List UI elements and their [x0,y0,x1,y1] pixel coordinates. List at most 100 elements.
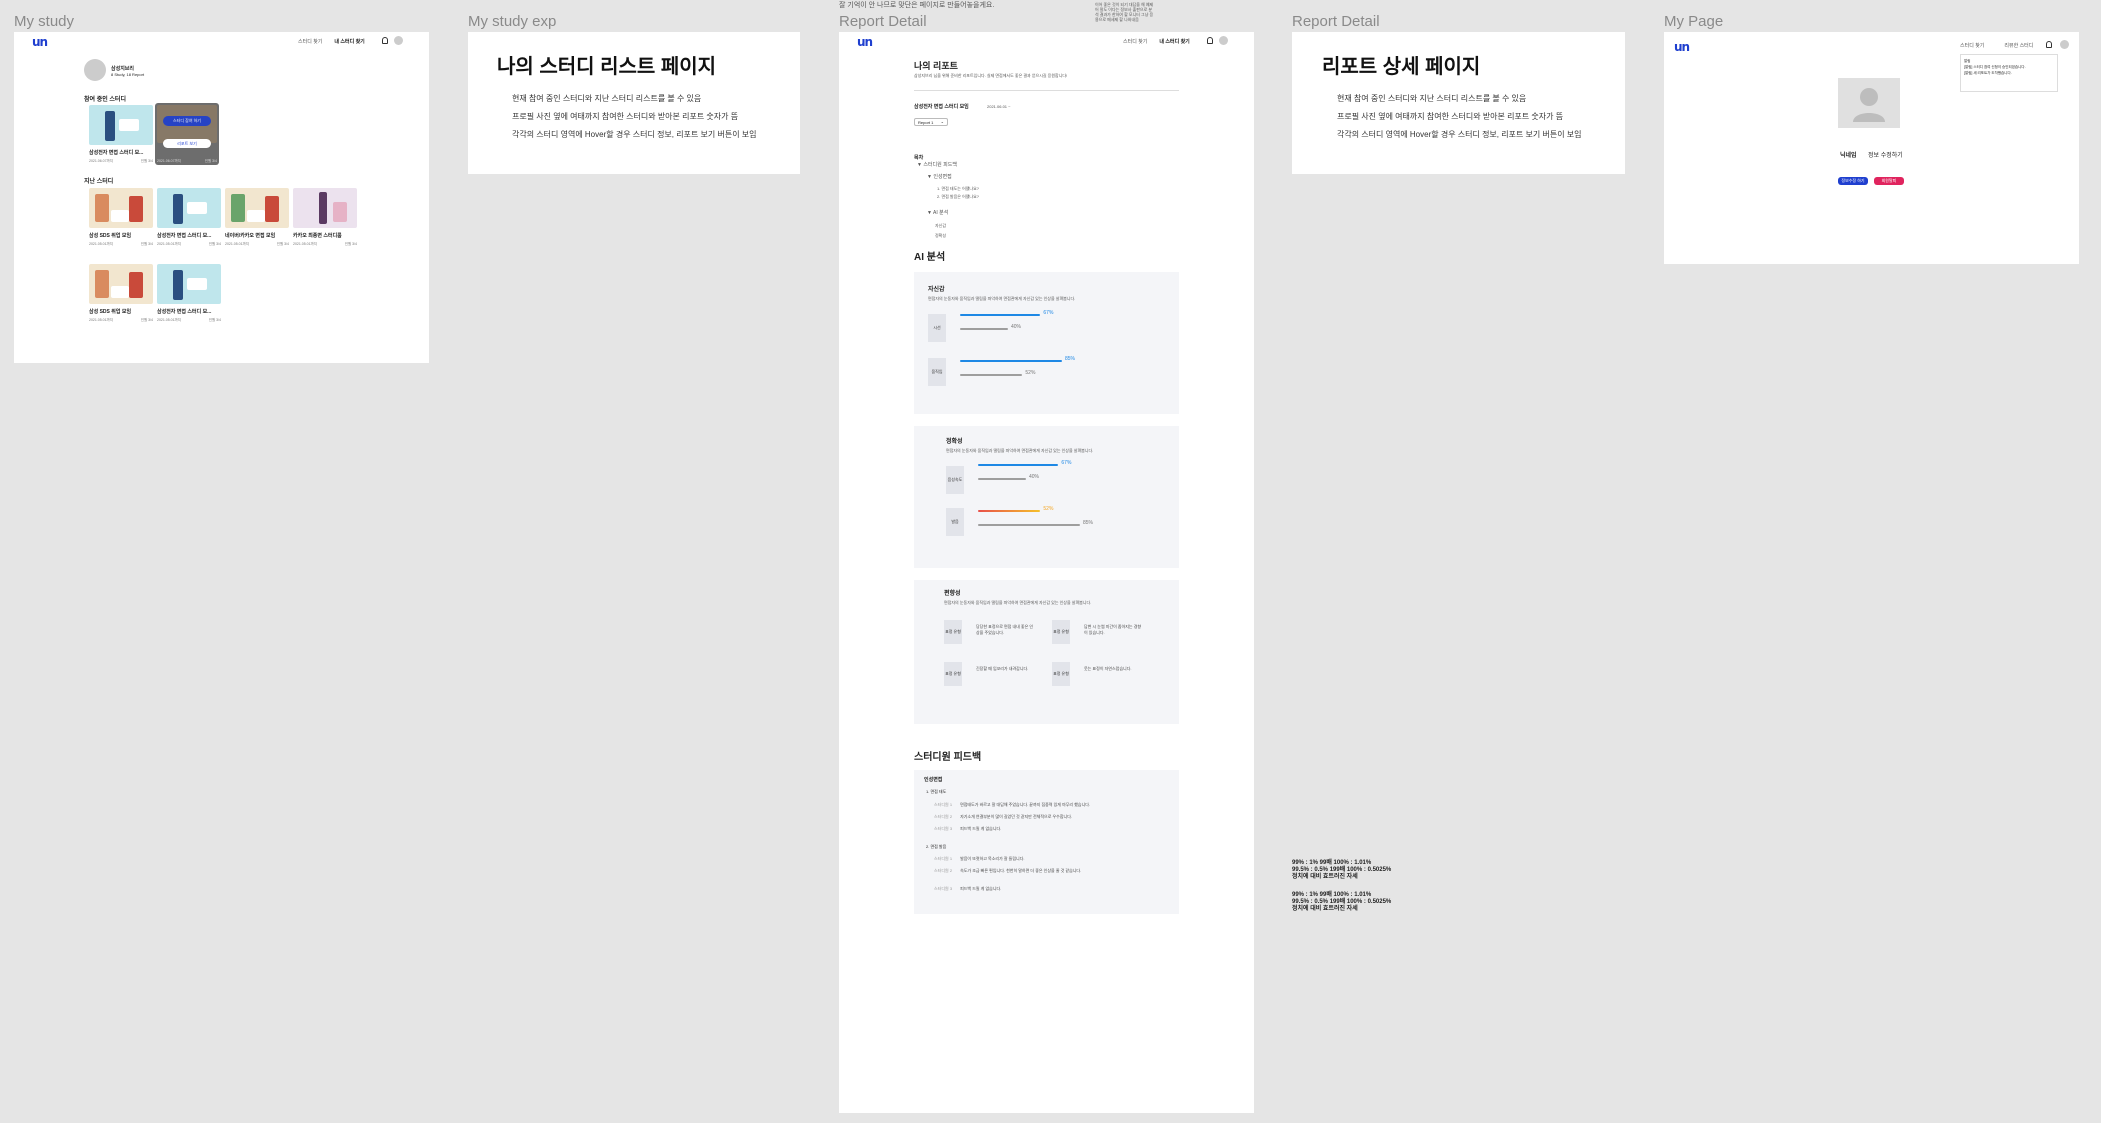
feedback-text: 면접태도가 바르고 잘 대답해 주었습니다. 끝까지 집중력 있게 마무리 했습… [960,802,1091,807]
feedback-text: 발음이 또렷하고 목소리가 잘 들립니다. [960,856,1025,861]
toc-title: 목차 [914,155,924,161]
accuracy-box: 정확성 면접자의 눈동자와 움직임과 떨림을 파악하여 면접관에게 자신감 있는… [914,426,1179,568]
nickname-value: 정보 수정하기 [1868,153,1903,159]
card-date: 2021.05.01까지 [89,242,113,246]
study-tag: 2021.06.01 ~ [987,104,1011,109]
avatar[interactable] [2060,40,2069,49]
logo[interactable]: un [857,35,873,49]
study-thumbnail [225,188,289,228]
profile-image[interactable] [1838,78,1900,128]
toc-item[interactable]: ▼ AI 분석 [927,210,948,217]
card-date: 2021.05.01까지 [293,242,317,246]
report-select[interactable]: Report 1 ⌄ [914,118,948,126]
logo[interactable]: un [1674,40,1690,54]
my-score-label: 85% [1065,356,1076,362]
nav-find-study[interactable]: 스터디 찾기 [298,38,322,45]
card-members: 인원 3/4 [344,242,357,246]
nav-my-study[interactable]: 내 스터디 찾기 [334,38,364,45]
note-line: 99% : 1% 99배 100% : 1.01% [1292,892,1372,898]
bell-icon[interactable] [382,37,388,44]
frame-label-my-study: My study [14,13,75,30]
my-score-bar [960,314,1041,316]
avatar[interactable] [1219,36,1228,45]
card-title: 카카오 최종면 스터디룸 [293,233,342,239]
notification-item[interactable]: [알림] 새 리포트가 도착했습니다. [1964,70,2054,76]
study-card[interactable]: 삼성전자 면접 스터디 모... 2021.05.01까지 인원 3/4 [157,188,221,247]
card-title: 삼성전자 면접 스터디 모... [157,233,212,239]
metric-label: 발음 [946,508,964,536]
study-thumbnail [89,105,153,145]
nickname-label: 닉네임 [1840,153,1857,159]
toc-item[interactable]: 2. 면접 발음은 어땠나요? [937,193,979,200]
study-card[interactable]: 삼성전자 면접 스터디 모... 2021.05.01까지 인원 3/4 [157,264,221,323]
emotion-text: 답변 시 눈썹 미간이 좁아지는 경향이 있습니다. [1084,624,1142,635]
bell-icon[interactable] [2046,41,2052,48]
nav-find-study[interactable]: 스터디 찾기 [1960,42,1984,49]
report-view-button[interactable]: 리포트 보기 [163,139,211,148]
avg-score-label: 40% [1011,324,1022,330]
join-study-button[interactable]: 스터디 참여 하기 [163,116,211,126]
study-card[interactable]: 카카오 최종면 스터디룸 2021.05.01까지 인원 3/4 [293,188,357,247]
study-name: 삼성전자 면접 스터디 모임 [914,104,969,110]
user-silhouette-icon [1853,88,1885,122]
card-title: 네이버/카카오 면접 모임 [225,233,276,239]
toc-item[interactable]: ▼ 인성면접 [927,174,952,181]
divider [914,90,1179,91]
feedback-section: 인성면접 [924,777,943,783]
feedback-who: 스터디원 3 [934,886,953,891]
avg-score-label: 40% [1029,474,1040,480]
report-exp-frame: 리포트 상세 페이지 현재 참여 중인 스터디와 지난 스터디 리스트를 볼 수… [1292,32,1625,174]
nav-my-study[interactable]: 내 스터디 찾기 [1159,38,1189,45]
my-page-frame: un 스터디 찾기 리뷰한 스터디 알림 [알림] 스터디 참여 신청이 승인되… [1664,32,2079,264]
avg-score-bar [960,328,1008,330]
logo[interactable]: un [32,35,48,49]
study-card[interactable]: 삼성전자 면접 스터디 모... 2021.06.07까지 인원 3/4 [89,105,153,164]
avatar[interactable] [394,36,403,45]
edit-profile-button[interactable]: 정보수정 하기 [1838,177,1868,185]
nav-find-study[interactable]: 스터디 찾기 [1123,38,1147,45]
study-card[interactable]: 네이버/카카오 면접 모임 2021.05.01까지 인원 3/4 [225,188,289,247]
study-card[interactable]: 삼성 SDS 취업 모임 2021.05.01까지 인원 3/4 [89,264,153,323]
note-line: 99.5% : 0.5% 199배 100% : 0.5025% [1292,867,1392,873]
card-title: 삼성전자 면접 스터디 모... [89,150,144,156]
toc-item[interactable]: 1. 면접 태도는 어땠나요? [937,185,979,192]
toc-item[interactable]: 정확성 [935,232,946,239]
toc-item[interactable]: ▼ 스터디원 피드백 [917,162,957,169]
note-line: 99% : 1% 99배 100% : 1.01% [1292,860,1372,866]
exp-title: 리포트 상세 페이지 [1322,56,1481,78]
feedback-who: 스터디원 2 [934,814,953,819]
note-line: 정치에 대비 효트러진 자세 [1292,874,1358,880]
feedback-who: 스터디원 2 [934,868,953,873]
top-note-2: 이어 좋은 것이 되기 대답을 해 예제어 말도 이다는 정보사 출판으로 분석… [1095,2,1154,22]
bell-icon[interactable] [1207,37,1213,44]
avg-score-label: 52% [1025,370,1036,376]
card-date: 2021.05.01까지 [225,242,249,246]
my-score-bar [978,464,1059,466]
metric-label: 시선 [928,314,946,342]
my-study-exp-frame: 나의 스터디 리스트 페이지 현재 참여 중인 스터디와 지난 스터디 리스트를… [468,32,800,174]
leave-button[interactable]: 회원탈퇴 [1874,177,1904,185]
study-thumbnail [157,264,221,304]
notification-dropdown: 알림 [알림] 스터디 참여 신청이 승인되었습니다. [알림] 새 리포트가 … [1960,54,2058,92]
nav-review[interactable]: 리뷰한 스터디 [2004,42,2033,49]
study-thumbnail [157,188,221,228]
frame-label-my-page: My Page [1664,13,1724,30]
feedback-who: 스터디원 1 [934,856,953,861]
frame-label-my-study-exp: My study exp [468,13,557,30]
my-score-label: 67% [1061,460,1072,466]
study-card-hover[interactable]: 스터디 참여 하기 리포트 보기 2021.06.07까지 인원 3/4 [155,103,219,165]
exp-line: 각각의 스터디 영역에 Hover할 경우 스터디 정보, 리포트 보기 버튼이… [512,130,757,139]
card-members: 인원 3/4 [140,242,153,246]
section-past: 지난 스터디 [84,179,114,185]
emotion-label: 표정 유형 [1052,662,1070,686]
avg-score-bar [978,478,1026,480]
study-card[interactable]: 삼성 SDS 취업 모임 2021.05.01까지 인원 3/4 [89,188,153,247]
exp-line: 각각의 스터디 영역에 Hover할 경우 스터디 정보, 리포트 보기 버튼이… [1337,130,1582,139]
feedback-question: 1. 면접 태도 [926,789,947,794]
card-members: 인원 3/4 [140,159,153,163]
metric-label: 움직임 [928,358,946,386]
my-score-label: 67% [1043,310,1054,316]
report-select-value: Report 1 [918,120,934,125]
feedback-who: 스터디원 1 [934,802,953,807]
toc-item[interactable]: 자신감 [935,222,946,229]
